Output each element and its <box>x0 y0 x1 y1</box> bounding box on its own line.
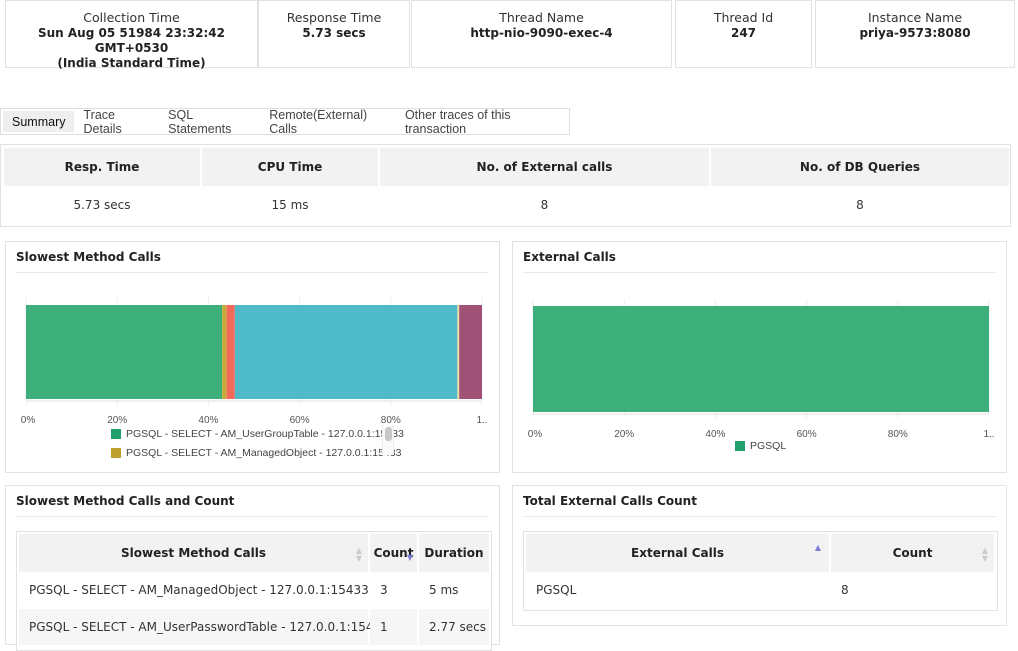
collection-time-zone: (India Standard Time) <box>57 56 206 70</box>
legend-swatch <box>111 428 121 439</box>
sort-both-icon: ▲ ▼ <box>981 546 988 563</box>
thread-id-card: Thread Id 247 <box>675 0 812 68</box>
bar-segment-4[interactable] <box>234 305 458 399</box>
legend-label: PGSQL - SELECT - AM_ManagedObject - 127.… <box>126 446 402 459</box>
column-header-label: Duration <box>424 546 484 560</box>
column-header-label: External Calls <box>631 546 724 560</box>
summary-value-db-queries: 8 <box>856 198 864 212</box>
sort-both-icon: ▲ ▼ <box>355 546 362 563</box>
legend-scrollbar[interactable] <box>382 425 394 455</box>
bar-segment-2[interactable] <box>222 305 227 399</box>
thread-name-label: Thread Name <box>499 10 584 25</box>
total-external-calls-title: Total External Calls Count <box>523 486 996 517</box>
legend-swatch <box>735 440 745 451</box>
instance-name-value: priya-9573:8080 <box>859 26 971 40</box>
summary-header-resp-time: Resp. Time <box>4 148 200 186</box>
tab-trace-details[interactable]: Trace Details <box>74 108 159 136</box>
external-calls-panel: External Calls 0% 20% 40% 60% 80% 1.. PGSQL <box>512 241 1007 473</box>
tab-bar: Summary Trace Details SQL Statements Rem… <box>0 108 570 136</box>
slowest-method-calls-legend: PGSQL - SELECT - AM_UserGroupTable - 127… <box>111 424 404 462</box>
bar-segment-3[interactable] <box>226 305 235 399</box>
thread-id-label: Thread Id <box>713 10 774 25</box>
x-tick-label: 40% <box>705 429 725 440</box>
slowest-method-calls-count-title: Slowest Method Calls and Count <box>16 486 489 517</box>
tab-sql-statements[interactable]: SQL Statements <box>159 108 260 136</box>
legend-item[interactable]: PGSQL <box>735 436 786 455</box>
cell-external-call: PGSQL <box>536 583 577 597</box>
tab-summary[interactable]: Summary <box>3 111 75 132</box>
x-tick-label: 0% <box>528 429 543 440</box>
x-tick-label: 80% <box>888 429 908 440</box>
column-header-label: Slowest Method Calls <box>121 546 266 560</box>
x-tick-label: 20% <box>614 429 634 440</box>
summary-value-external-calls: 8 <box>540 198 549 212</box>
summary-value-cpu-time: 15 ms <box>271 198 309 212</box>
summary-header-cpu-time: CPU Time <box>202 148 378 186</box>
cell-count: 3 <box>380 583 388 597</box>
cell-count: 1 <box>370 609 417 645</box>
x-tick-label: 60% <box>797 429 817 440</box>
slowest-method-calls-panel: Slowest Method Calls 0% 20% 40% 60% 80% 1.. P… <box>5 241 500 473</box>
legend-label: PGSQL <box>750 439 787 452</box>
x-tick-label: 0% <box>21 415 36 426</box>
external-calls-legend: PGSQL <box>735 436 786 455</box>
slowest-method-calls-table: Slowest Method Calls ▲ ▼ Count ▼ Duration… <box>16 531 492 651</box>
summary-header-db-queries: No. of DB Queries <box>711 148 1009 186</box>
tab-remote-external-calls[interactable]: Remote(External) Calls <box>260 108 396 136</box>
cell-method: PGSQL - SELECT - AM_UserPasswordTable - … <box>19 609 389 645</box>
response-time-label: Response Time <box>286 10 382 25</box>
response-time-value: 5.73 secs <box>302 26 366 40</box>
thread-id-value: 247 <box>730 26 757 40</box>
summary-table: Resp. Time CPU Time No. of External call… <box>0 144 1011 227</box>
sort-asc-icon: ▲ <box>814 543 821 552</box>
instance-name-label: Instance Name <box>867 10 963 25</box>
bar-segment-5[interactable] <box>457 305 460 399</box>
tab-other-traces[interactable]: Other traces of this transaction <box>396 108 569 136</box>
collection-time-card: Collection Time Sun Aug 05 51984 23:32:4… <box>5 0 258 70</box>
external-calls-table: External Calls ▲ Count ▲ ▼ PGSQL 8 <box>523 531 998 611</box>
column-header-count[interactable]: Count ▼ <box>370 534 417 572</box>
instance-name-card: Instance Name priya-9573:8080 <box>815 0 1015 68</box>
bar-segment-6[interactable] <box>459 305 482 399</box>
x-tick-label: 1.. <box>983 429 994 440</box>
column-header-duration[interactable]: Duration <box>419 534 489 572</box>
legend-item[interactable]: PGSQL - SELECT - AM_UserGroupTable - 127… <box>111 424 404 443</box>
summary-value-resp-time: 5.73 secs <box>73 198 131 212</box>
thread-name-card: Thread Name http-nio-9090-exec-4 <box>411 0 672 68</box>
legend-label: PGSQL - SELECT - AM_UserGroupTable - 127… <box>126 427 404 440</box>
legend-item[interactable]: PGSQL - SELECT - AM_ManagedObject - 127.… <box>111 443 404 462</box>
total-external-calls-panel: Total External Calls Count External Call… <box>512 485 1007 626</box>
response-time-card: Response Time 5.73 secs <box>258 0 410 68</box>
collection-time-label: Collection Time <box>83 10 180 25</box>
column-header-count[interactable]: Count ▲ ▼ <box>831 534 994 572</box>
column-header-external-calls[interactable]: External Calls ▲ <box>526 534 829 572</box>
collection-time-value: Sun Aug 05 51984 23:32:42 GMT+0530 <box>37 26 225 55</box>
slowest-method-calls-count-panel: Slowest Method Calls and Count Slowest M… <box>5 485 500 651</box>
bar-segment-1[interactable] <box>533 306 989 412</box>
cell-duration: 2.77 secs <box>419 609 489 645</box>
column-header-slowest-method-calls[interactable]: Slowest Method Calls ▲ ▼ <box>19 534 368 572</box>
x-tick-label: 1.. <box>476 415 487 426</box>
thread-name-value: http-nio-9090-exec-4 <box>470 26 613 40</box>
bar-segment-1[interactable] <box>26 305 223 399</box>
column-header-label: Count <box>892 546 933 560</box>
cell-method: PGSQL - SELECT - AM_ManagedObject - 127.… <box>29 583 369 597</box>
cell-duration: 5 ms <box>429 583 459 597</box>
summary-header-external-calls: No. of External calls <box>380 148 709 186</box>
sort-desc-icon: ▼ <box>406 553 413 562</box>
legend-scrollbar-thumb[interactable] <box>385 427 392 441</box>
legend-swatch <box>111 447 121 458</box>
cell-count: 8 <box>841 583 849 597</box>
